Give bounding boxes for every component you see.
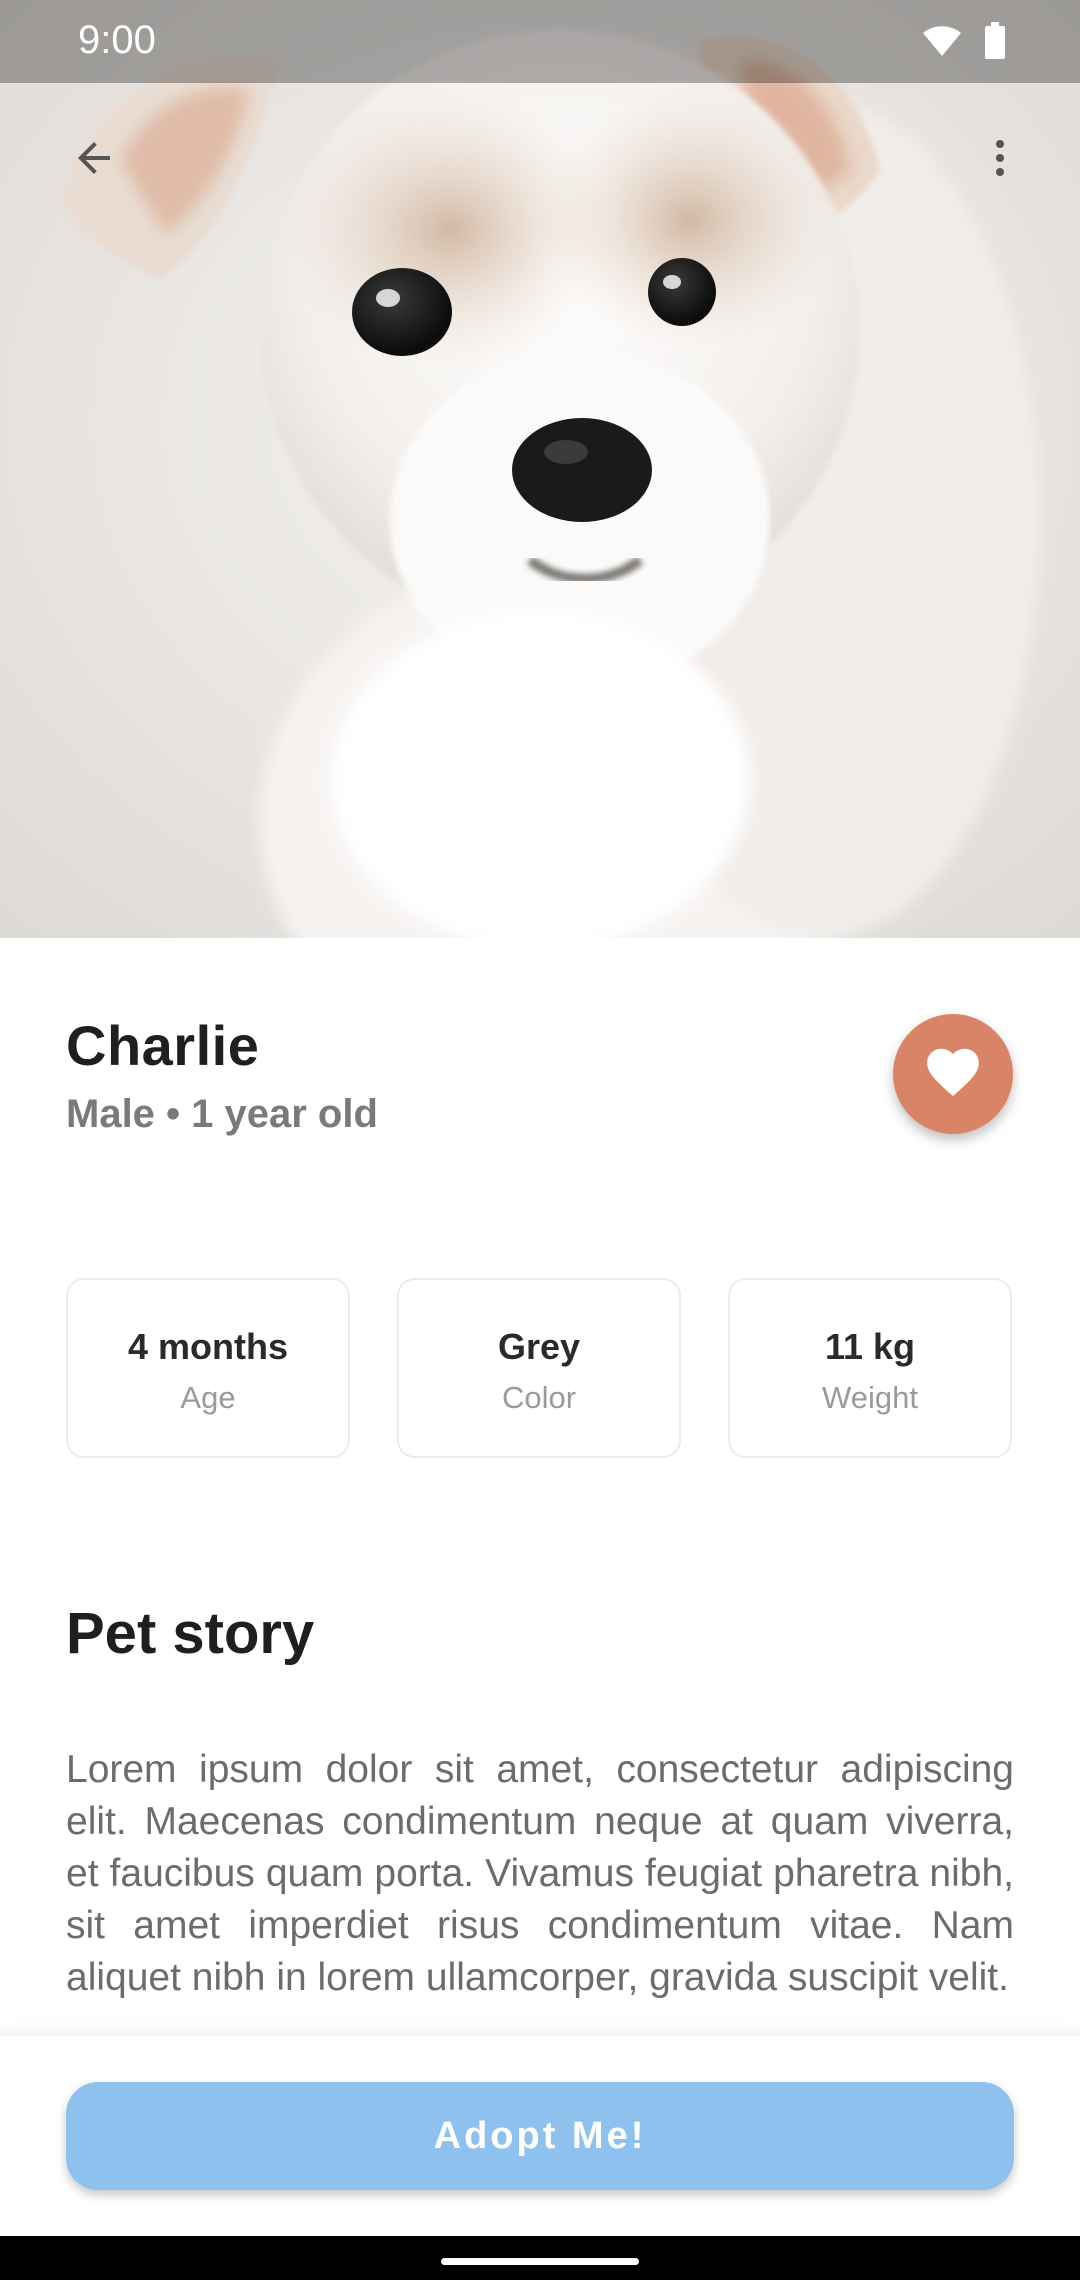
bottom-action-panel: Adopt Me! xyxy=(0,2036,1080,2236)
stat-card-age: 4 months Age xyxy=(66,1278,350,1458)
pet-story-title: Pet story xyxy=(66,1601,315,1666)
stat-label: Color xyxy=(501,1380,577,1415)
pet-detail-screen: 9:00 Charlie Male • 1 year old 4 months … xyxy=(0,0,1080,2280)
arrow-back-icon xyxy=(70,134,118,187)
back-button[interactable] xyxy=(46,112,142,208)
status-icons xyxy=(922,22,1006,65)
pet-story-text: Lorem ipsum dolor sit amet, consectetur … xyxy=(66,1748,1014,1999)
pet-name: Charlie xyxy=(66,1014,260,1077)
favorite-button[interactable] xyxy=(893,1014,1013,1134)
pet-details: Charlie Male • 1 year old 4 months Age G… xyxy=(0,938,1080,2038)
stat-label: Weight xyxy=(822,1380,918,1415)
adopt-button[interactable]: Adopt Me! xyxy=(66,2082,1014,2190)
stat-label: Age xyxy=(180,1380,236,1415)
stat-card-color: Grey Color xyxy=(397,1278,681,1458)
stat-value: 11 kg xyxy=(824,1326,916,1367)
status-time: 9:00 xyxy=(78,18,156,62)
stat-value: 4 months xyxy=(127,1326,288,1367)
pet-subtitle: Male • 1 year old xyxy=(66,1092,378,1136)
battery-icon xyxy=(984,22,1006,65)
navigation-bar xyxy=(0,2236,1080,2280)
more-options-button[interactable] xyxy=(952,112,1048,208)
stat-value: Grey xyxy=(497,1326,581,1367)
heart-icon xyxy=(922,1041,984,1108)
pet-photo xyxy=(0,0,1080,938)
stat-card-weight: 11 kg Weight xyxy=(728,1278,1012,1458)
more-vert-icon xyxy=(976,134,1024,187)
wifi-icon xyxy=(922,24,962,63)
home-indicator[interactable] xyxy=(441,2258,639,2265)
status-bar: 9:00 xyxy=(0,0,1080,83)
